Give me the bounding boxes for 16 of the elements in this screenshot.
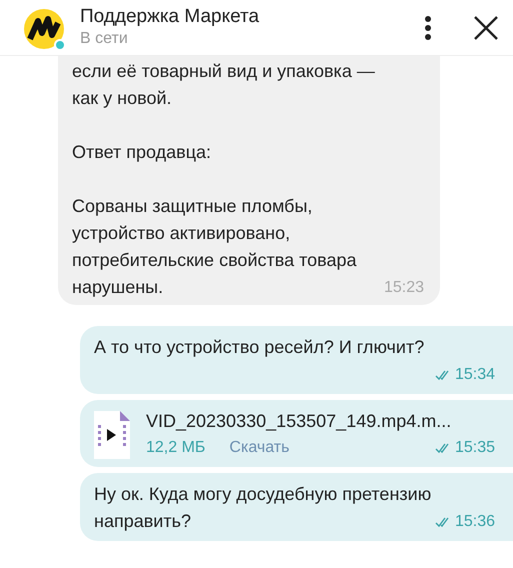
- message-text: А то что устройство ресейл? И глючит?: [94, 337, 424, 357]
- message-text: если её товарный вид и упаковка — как у новой.: [72, 60, 376, 110]
- video-file-icon: [94, 410, 130, 458]
- message-text: Сорваны защитные пломбы, устройство активировано, потребительские свойства товара нарушены.: [72, 196, 357, 297]
- file-name: VID_20230330_153507_149.mp4.m...: [146, 410, 452, 433]
- message-time: 15:36: [454, 512, 495, 532]
- message-time: 15:34: [454, 365, 495, 385]
- download-link[interactable]: Скачать: [229, 436, 290, 460]
- message-text: Ответ продавца:: [72, 141, 212, 164]
- logo-icon: [24, 8, 64, 48]
- status-text: В сети: [80, 28, 129, 48]
- file-size: 12,2 МБ: [146, 438, 206, 458]
- message-time: 15:23: [384, 278, 424, 298]
- message-text: Ну ок. Куда могу досудебную претензию направить?: [94, 484, 432, 531]
- chat-title: Поддержка Маркета: [80, 6, 260, 28]
- message-time: 15:35: [454, 438, 495, 458]
